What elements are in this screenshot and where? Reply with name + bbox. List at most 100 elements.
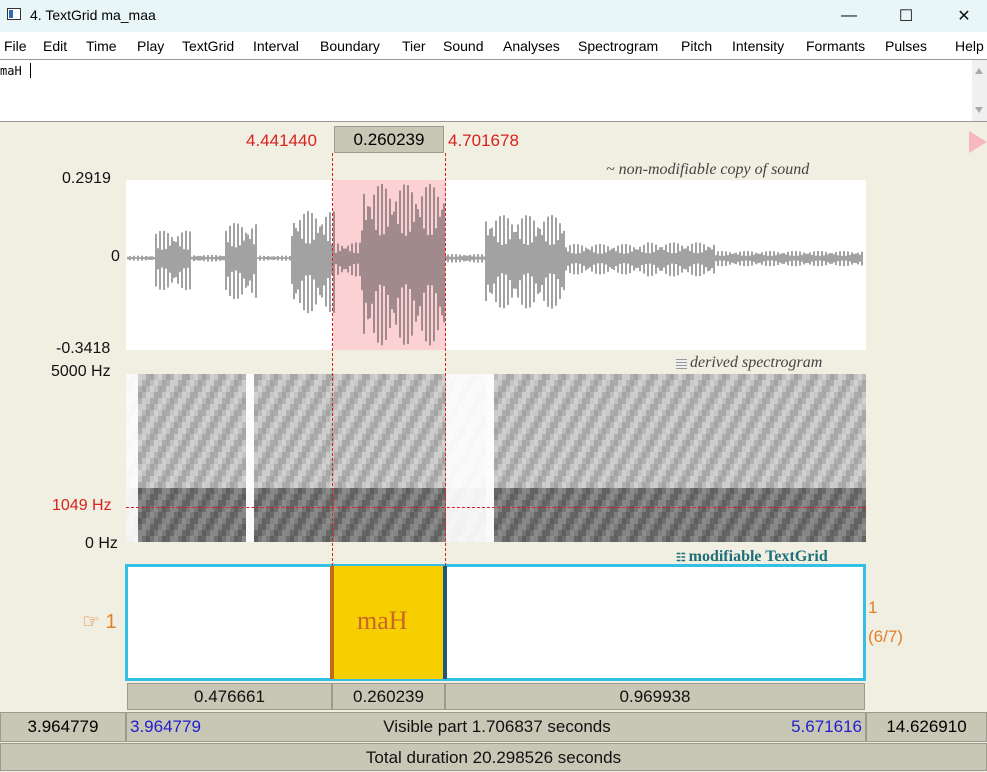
spectrogram-cell (494, 452, 498, 458)
spectrogram-cell (602, 500, 606, 506)
minimize-button[interactable]: — (820, 0, 878, 32)
spectrogram-cell (450, 392, 454, 398)
spectrogram-cell (602, 476, 606, 482)
spectrogram-cell (462, 488, 466, 494)
menu-formants[interactable]: Formants (806, 38, 865, 54)
spectrogram-cell (446, 416, 450, 422)
menu-boundary[interactable]: Boundary (320, 38, 380, 54)
menu-textgrid[interactable]: TextGrid (182, 38, 234, 54)
spectrogram-cell (474, 482, 478, 488)
spectrogram-cell (370, 524, 374, 530)
spectrogram-cell (242, 410, 246, 416)
spectrogram-cell (218, 398, 222, 404)
spectrogram-cell (454, 512, 458, 518)
spectrogram-cell (334, 530, 338, 536)
spectrogram-cell (562, 530, 566, 536)
spectrogram-cell (410, 386, 414, 392)
close-button[interactable]: ✕ (935, 0, 987, 32)
menu-time[interactable]: Time (86, 38, 117, 54)
spectrogram-cell (422, 374, 426, 380)
menu-play[interactable]: Play (137, 38, 164, 54)
spectrogram-cell (598, 518, 602, 524)
menu-interval[interactable]: Interval (253, 38, 299, 54)
spectrogram-cell (510, 500, 514, 506)
spectrogram-cell (426, 524, 430, 530)
play-arrow-icon[interactable] (969, 131, 987, 153)
spectrogram-cell (294, 482, 298, 488)
spectrogram-cell (638, 476, 642, 482)
spectrogram-cell (242, 386, 246, 392)
scroll-down-icon[interactable] (975, 107, 983, 113)
spectrogram-cell (274, 398, 278, 404)
spectrogram-cell (734, 416, 738, 422)
spectrogram-cell (570, 488, 574, 494)
spectrogram-cell (182, 536, 186, 542)
spectrogram-cell (250, 434, 254, 440)
spectrogram-cell (502, 488, 506, 494)
spectrogram-cell (566, 404, 570, 410)
spectrogram-cell (154, 494, 158, 500)
spectrogram-cell (238, 524, 242, 530)
menu-edit[interactable]: Edit (43, 38, 67, 54)
spectrogram-cell (342, 374, 346, 380)
spectrogram-cell (218, 440, 222, 446)
spectrogram-cell (486, 476, 490, 482)
spectrogram-cell (350, 386, 354, 392)
menu-pulses[interactable]: Pulses (885, 38, 927, 54)
spectrogram-cell (278, 416, 282, 422)
spectrogram-cell (326, 416, 330, 422)
spectrogram-cell (306, 416, 310, 422)
spectrogram-cell (558, 464, 562, 470)
spectrogram-cell (350, 536, 354, 542)
spectrogram-cell (666, 476, 670, 482)
spectrogram-cell (718, 512, 722, 518)
spectrogram-cell (662, 374, 666, 380)
spectrogram-cell (670, 422, 674, 428)
spectrogram-cell (522, 398, 526, 404)
menu-file[interactable]: File (4, 38, 27, 54)
menu-help[interactable]: Help (955, 38, 984, 54)
scroll-up-icon[interactable] (975, 68, 983, 74)
spectrogram-cell (526, 518, 530, 524)
menu-intensity[interactable]: Intensity (732, 38, 784, 54)
menu-sound[interactable]: Sound (443, 38, 483, 54)
spectrogram-cell (482, 380, 486, 386)
spectrogram-cell (690, 392, 694, 398)
interval-text-field[interactable]: maH (0, 59, 972, 122)
spectrogram-cell (178, 440, 182, 446)
spectrogram-panel[interactable] (126, 374, 866, 542)
menu-spectrogram[interactable]: Spectrogram (578, 38, 658, 54)
spectrogram-cell (346, 380, 350, 386)
selection-duration[interactable]: 0.260239 (334, 126, 444, 153)
spectrogram-cell (278, 434, 282, 440)
spectrogram-cell (186, 446, 190, 452)
text-field-scrollbar[interactable] (972, 59, 987, 122)
spectrogram-cell (658, 494, 662, 500)
menu-pitch[interactable]: Pitch (681, 38, 712, 54)
spectrogram-cell (410, 476, 414, 482)
spectrogram-cell (730, 428, 734, 434)
maximize-button[interactable]: ☐ (877, 0, 935, 32)
spectrogram-cell (142, 524, 146, 530)
spectrogram-cell (178, 392, 182, 398)
spectrogram-cell (698, 392, 702, 398)
spectrogram-cell (266, 458, 270, 464)
spectrogram-cell (174, 524, 178, 530)
spectrogram-cell (570, 530, 574, 536)
spectrogram-cell (262, 410, 266, 416)
spectrogram-cell (730, 458, 734, 464)
spectrogram-cell (174, 446, 178, 452)
menu-analyses[interactable]: Analyses (503, 38, 560, 54)
spectrogram-cell (706, 428, 710, 434)
spectrogram-cell (538, 530, 542, 536)
spectrogram-cell (626, 458, 630, 464)
spectrogram-cell (150, 452, 154, 458)
spectrogram-cell (546, 488, 550, 494)
spectrogram-cell (466, 536, 470, 542)
menu-tier[interactable]: Tier (402, 38, 426, 54)
spectrogram-cell (346, 476, 350, 482)
spectrogram-cell (526, 428, 530, 434)
spectrogram-cell (558, 536, 562, 542)
spectrogram-cell (346, 518, 350, 524)
waveform-panel[interactable] (126, 180, 866, 350)
